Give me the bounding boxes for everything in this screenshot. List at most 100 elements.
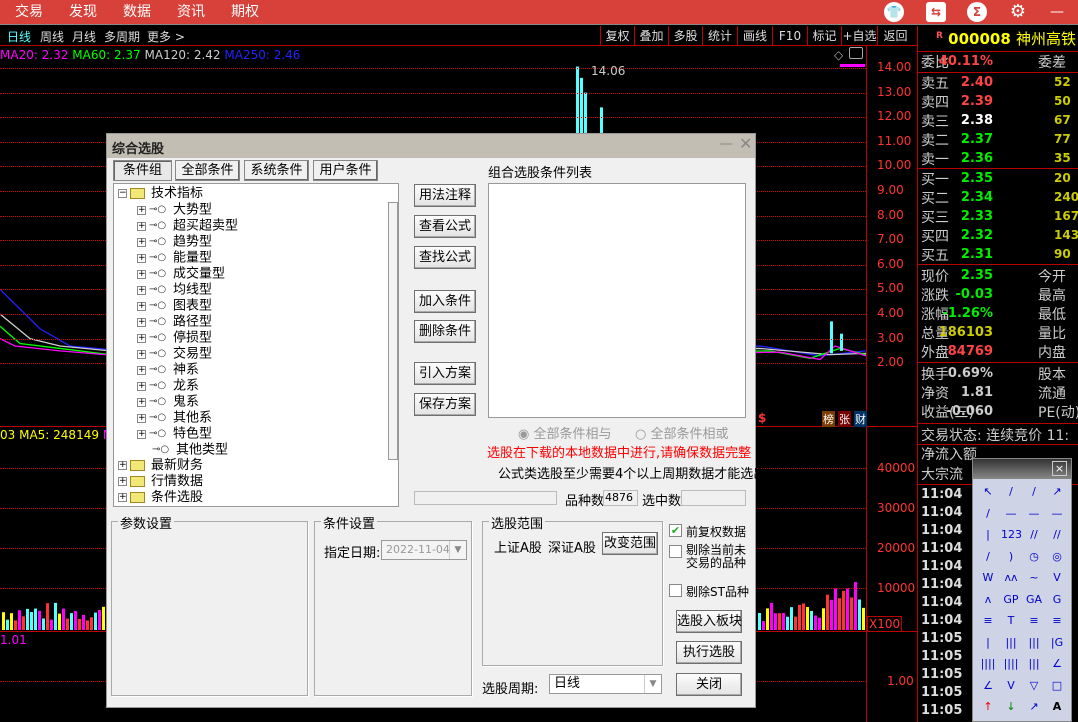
checkbox-exclude-untraded[interactable] bbox=[669, 545, 682, 558]
menu-trade[interactable]: 交易 bbox=[15, 1, 43, 21]
close-icon[interactable]: ✕ bbox=[739, 134, 752, 153]
draw-line-button[interactable]: 画线 bbox=[737, 26, 772, 46]
expand-icon[interactable]: + bbox=[118, 477, 127, 486]
condition-tree[interactable]: − 技术指标 + ⊸○ 大势型 + ⊸○ 超买超卖型 + ⊸○ 趋势型 + ⊸○ 能量型 + ⊸○ 成交量型 + ⊸… bbox=[113, 183, 399, 507]
draw-tool-icon[interactable]: | bbox=[978, 634, 998, 652]
draw-tool-icon[interactable]: ↖ bbox=[978, 483, 998, 501]
gear-icon[interactable]: ⚙ bbox=[1008, 2, 1028, 22]
minimize-icon[interactable]: — bbox=[719, 136, 733, 152]
expand-icon[interactable]: + bbox=[137, 237, 146, 247]
draw-tool-icon[interactable]: ▽ bbox=[1024, 677, 1044, 695]
multi-stock-button[interactable]: 多股 bbox=[668, 26, 702, 46]
stats-button[interactable]: 统计 bbox=[702, 26, 737, 46]
tree-node-child[interactable]: + ⊸○ 交易型 bbox=[137, 346, 212, 362]
tree-node-child[interactable]: + ⊸○ 鬼系 bbox=[137, 394, 199, 410]
draw-tool-icon[interactable]: ||| bbox=[1024, 634, 1044, 652]
tree-node-category[interactable]: + 条件选股 bbox=[118, 490, 203, 506]
draw-tool-icon[interactable]: |||| bbox=[978, 655, 998, 673]
draw-tool-icon[interactable]: ∠ bbox=[978, 677, 998, 695]
draw-tool-icon[interactable]: ◷ bbox=[1024, 548, 1044, 566]
draw-tool-icon[interactable]: / bbox=[978, 548, 998, 566]
tree-node-child[interactable]: + ⊸○ 均线型 bbox=[137, 282, 212, 298]
panel-toggle-icon[interactable] bbox=[849, 47, 863, 59]
draw-tool-icon[interactable]: |||| bbox=[1001, 655, 1021, 673]
tab-more[interactable]: 更多 > bbox=[147, 28, 185, 45]
draw-tool-icon[interactable]: GP bbox=[1001, 591, 1021, 609]
draw-tool-icon[interactable]: ʌʌ bbox=[1001, 569, 1021, 587]
tree-node-child[interactable]: + ⊸○ 龙系 bbox=[137, 378, 199, 394]
tab-multi-period[interactable]: 多周期 bbox=[104, 28, 140, 45]
draw-tool-icon[interactable]: // bbox=[1047, 526, 1067, 544]
tree-node-child[interactable]: + ⊸○ 神系 bbox=[137, 362, 199, 378]
expand-icon[interactable]: + bbox=[137, 317, 146, 327]
radio-all-or[interactable]: ○ 全部条件相或 bbox=[635, 423, 729, 442]
tree-node-child[interactable]: + ⊸○ 路径型 bbox=[137, 314, 212, 330]
tree-node-child[interactable]: + ⊸○ 成交量型 bbox=[137, 266, 225, 282]
delete-condition-button[interactable]: 删除条件 bbox=[414, 320, 476, 343]
settings-slider-icon[interactable]: ⇆ bbox=[926, 2, 946, 22]
view-formula-button[interactable]: 查看公式 bbox=[414, 215, 476, 238]
period-select[interactable]: 日线 ▼ bbox=[549, 674, 662, 694]
draw-tool-icon[interactable]: // bbox=[1024, 526, 1044, 544]
menu-discover[interactable]: 发现 bbox=[69, 1, 97, 21]
tree-node-child[interactable]: + ⊸○ 其他系 bbox=[137, 410, 212, 426]
badge-cai[interactable]: 财 bbox=[854, 411, 867, 427]
tree-node-child[interactable]: + ⊸○ 大势型 bbox=[137, 202, 212, 218]
expand-icon[interactable]: + bbox=[118, 461, 127, 470]
expand-icon[interactable]: + bbox=[137, 221, 146, 231]
diamond-icon[interactable]: ◇ bbox=[834, 48, 843, 62]
draw-tool-icon[interactable]: / bbox=[978, 505, 998, 523]
add-to-block-button[interactable]: 选股入板块 bbox=[676, 610, 742, 633]
draw-tool-icon[interactable]: V bbox=[1047, 569, 1067, 587]
sigma-icon[interactable]: Σ bbox=[967, 2, 987, 22]
menu-news[interactable]: 资讯 bbox=[177, 1, 205, 21]
tab-monthly[interactable]: 月线 bbox=[72, 28, 96, 45]
tab-weekly[interactable]: 周线 bbox=[40, 28, 64, 45]
draw-tool-icon[interactable]: □ bbox=[1047, 677, 1067, 695]
draw-tool-icon[interactable]: ◎ bbox=[1047, 548, 1067, 566]
tree-node-technical[interactable]: − 技术指标 bbox=[118, 186, 203, 202]
draw-tool-icon[interactable]: G bbox=[1047, 591, 1067, 609]
collapse-icon[interactable]: − bbox=[118, 189, 127, 198]
f10-button[interactable]: F10 bbox=[772, 26, 807, 46]
draw-tool-icon[interactable]: ≡ bbox=[978, 612, 998, 630]
draw-tool-icon[interactable]: ʌ bbox=[978, 591, 998, 609]
draw-tool-icon[interactable]: 123 bbox=[1001, 526, 1022, 544]
tree-node-category[interactable]: + 行情数据 bbox=[118, 474, 203, 490]
expand-icon[interactable]: + bbox=[137, 285, 146, 295]
tree-scrollbar[interactable] bbox=[388, 202, 398, 460]
draw-tool-icon[interactable]: ∠ bbox=[1047, 655, 1067, 673]
draw-tool-icon[interactable]: GA bbox=[1024, 591, 1044, 609]
expand-icon[interactable]: + bbox=[137, 365, 146, 375]
tree-node-child[interactable]: + ⊸○ 超买超卖型 bbox=[137, 218, 238, 234]
draw-tool-icon[interactable]: ↗ bbox=[1047, 483, 1067, 501]
draw-tool-icon[interactable]: V bbox=[1001, 677, 1021, 695]
draw-tool-icon[interactable]: |G bbox=[1047, 634, 1067, 652]
expand-icon[interactable]: + bbox=[137, 429, 146, 439]
draw-tool-icon[interactable]: — bbox=[1024, 505, 1044, 523]
tab-condition-group[interactable]: 条件组 bbox=[113, 160, 172, 181]
change-range-button[interactable]: 改变范围 bbox=[602, 532, 658, 555]
draw-tool-icon[interactable]: ≡ bbox=[1047, 612, 1067, 630]
menu-data[interactable]: 数据 bbox=[123, 1, 151, 21]
expand-icon[interactable]: + bbox=[137, 205, 146, 215]
draw-tool-icon[interactable]: — bbox=[1001, 505, 1021, 523]
add-watchlist-button[interactable]: +自选 bbox=[841, 26, 877, 46]
usage-notes-button[interactable]: 用法注释 bbox=[414, 184, 476, 207]
tab-user-conditions[interactable]: 用户条件 bbox=[313, 160, 378, 181]
draw-tool-icon[interactable]: ~ bbox=[1024, 569, 1044, 587]
close-button[interactable]: 关闭 bbox=[676, 673, 742, 696]
back-button[interactable]: 返回 bbox=[877, 26, 913, 46]
tab-all-conditions[interactable]: 全部条件 bbox=[175, 160, 240, 181]
draw-tool-icon[interactable]: / bbox=[1024, 483, 1044, 501]
expand-icon[interactable]: + bbox=[137, 269, 146, 279]
draw-tool-icon[interactable]: — bbox=[1047, 505, 1067, 523]
tab-system-conditions[interactable]: 系统条件 bbox=[244, 160, 309, 181]
tree-node-child[interactable]: + ⊸○ 图表型 bbox=[137, 298, 212, 314]
expand-icon[interactable]: + bbox=[118, 493, 127, 502]
expand-icon[interactable]: + bbox=[137, 301, 146, 311]
tree-node-category[interactable]: + 最新财务 bbox=[118, 458, 203, 474]
tree-node-child[interactable]: + ⊸○ 趋势型 bbox=[137, 234, 212, 250]
badge-zhang[interactable]: 张 bbox=[838, 411, 851, 427]
draw-tool-icon[interactable]: ↗ bbox=[1024, 698, 1044, 716]
